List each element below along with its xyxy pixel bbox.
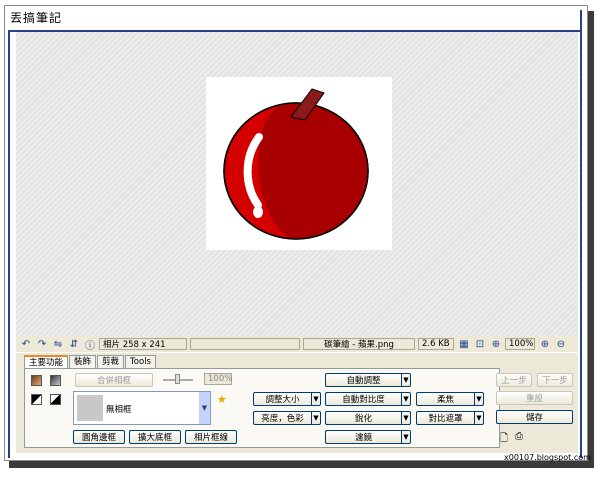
- rotate-right-icon[interactable]: ↷: [36, 338, 48, 350]
- zoom-in-icon[interactable]: ⊕: [539, 338, 551, 350]
- frame-select[interactable]: 無相框 ▼: [73, 391, 211, 425]
- auto-contrast-split: 自動對比度 ▼: [325, 392, 411, 406]
- resize-button[interactable]: 調整大小: [253, 392, 311, 406]
- flip-horizontal-icon[interactable]: ⇋: [52, 338, 64, 350]
- print-icon[interactable]: ⎙: [515, 431, 523, 442]
- contrast-mask-split: 對比遮罩 ▼: [416, 411, 484, 425]
- contrast-mask-dropdown-icon[interactable]: ▼: [474, 411, 484, 425]
- photo-frame-button[interactable]: 相片框線: [185, 430, 237, 444]
- file-name-label: 碳筆繪 - 蘋果.png: [303, 338, 415, 350]
- brightness-color-button[interactable]: 亮度，色彩: [253, 411, 311, 425]
- photo-preview: [206, 77, 392, 250]
- blog-credit: x00107.blogspot.com: [504, 453, 591, 462]
- control-panel: 主要功能 裝飾 剪裁 Tools 合併相框 100% 無相框 ▼ ★ 圓角邊框 …: [16, 353, 578, 453]
- image-canvas: [16, 32, 578, 336]
- contrast-mask-button[interactable]: 對比遮罩: [416, 411, 474, 425]
- sharpen-split: 銳化 ▼: [325, 411, 411, 425]
- tab-bar: 主要功能 裝飾 剪裁 Tools: [24, 355, 157, 370]
- undo-button[interactable]: 上一步: [496, 373, 532, 387]
- auto-adjust-split: 自動調整 ▼: [325, 373, 411, 387]
- frame-thumbnail: [77, 395, 103, 421]
- zoom-level: 100%: [505, 338, 535, 350]
- star-icon[interactable]: ★: [217, 393, 227, 406]
- sharpen-button[interactable]: 銳化: [325, 411, 401, 425]
- photo-size-label: 相片 258 x 241: [99, 338, 187, 350]
- filter-button[interactable]: 濾鏡: [325, 430, 401, 444]
- tab-decorate[interactable]: 裝飾: [69, 355, 97, 368]
- flip-vertical-icon[interactable]: ⇵: [68, 338, 80, 350]
- document-icon[interactable]: 🗋: [500, 431, 508, 448]
- apple-image: [223, 88, 369, 240]
- frame-select-value: 無相框: [106, 405, 132, 415]
- brightness-split: 亮度，色彩 ▼: [253, 411, 321, 425]
- soft-focus-button[interactable]: 柔焦: [416, 392, 474, 406]
- merge-frame-button[interactable]: 合併相框: [75, 373, 153, 387]
- filter-dropdown-icon[interactable]: ▼: [401, 430, 411, 444]
- auto-adjust-button[interactable]: 自動調整: [325, 373, 401, 387]
- left-border: [8, 30, 10, 458]
- redo-button[interactable]: 下一步: [537, 373, 573, 387]
- tab-content: 合併相框 100% 無相框 ▼ ★ 圓角邊框 擴大底框 相片框線 自動調整 ▼ …: [24, 368, 500, 448]
- filter-split: 濾鏡 ▼: [325, 430, 411, 444]
- transparency-icon[interactable]: ▦: [458, 338, 470, 350]
- opacity-slider-thumb[interactable]: [175, 374, 180, 384]
- resize-split: 調整大小 ▼: [253, 392, 321, 406]
- auto-contrast-dropdown-icon[interactable]: ▼: [401, 392, 411, 406]
- right-border: [580, 10, 582, 458]
- actual-size-icon[interactable]: ⊕: [490, 338, 502, 350]
- soft-focus-split: 柔焦 ▼: [416, 392, 484, 406]
- brightness-dropdown-icon[interactable]: ▼: [311, 411, 321, 425]
- sharpen-dropdown-icon[interactable]: ▼: [401, 411, 411, 425]
- file-size-label: 2.6 KB: [418, 338, 454, 350]
- round-corner-button[interactable]: 圓角邊框: [73, 430, 125, 444]
- spacer-field: [190, 338, 300, 350]
- frame-style-4-icon[interactable]: [50, 394, 61, 405]
- save-button[interactable]: 儲存: [496, 410, 573, 424]
- info-icon[interactable]: ⓘ: [84, 338, 96, 352]
- enlarge-base-button[interactable]: 擴大底框: [129, 430, 181, 444]
- chevron-down-icon[interactable]: ▼: [199, 392, 210, 424]
- opacity-value: 100%: [204, 373, 232, 385]
- fit-zoom-icon[interactable]: ⊡: [474, 338, 486, 350]
- status-toolbar: ↶ ↷ ⇋ ⇵ ⓘ 相片 258 x 241 碳筆繪 - 蘋果.png 2.6 …: [16, 336, 578, 352]
- frame-style-2-icon[interactable]: [50, 375, 61, 386]
- apple-shade: [258, 103, 368, 240]
- apple-highlight-dot: [253, 206, 263, 218]
- tab-crop[interactable]: 剪裁: [97, 355, 125, 368]
- auto-adjust-dropdown-icon[interactable]: ▼: [401, 373, 411, 387]
- frame-style-1-icon[interactable]: [31, 375, 42, 386]
- zoom-out-icon[interactable]: ⊖: [555, 338, 567, 350]
- tab-tools[interactable]: Tools: [125, 355, 156, 368]
- soft-focus-dropdown-icon[interactable]: ▼: [474, 392, 484, 406]
- rotate-left-icon[interactable]: ↶: [20, 338, 32, 350]
- reset-button[interactable]: 重設: [496, 391, 573, 405]
- page-title: 丟搞筆記: [10, 11, 63, 25]
- auto-contrast-button[interactable]: 自動對比度: [325, 392, 401, 406]
- frame-style-3-icon[interactable]: [31, 394, 42, 405]
- resize-dropdown-icon[interactable]: ▼: [311, 392, 321, 406]
